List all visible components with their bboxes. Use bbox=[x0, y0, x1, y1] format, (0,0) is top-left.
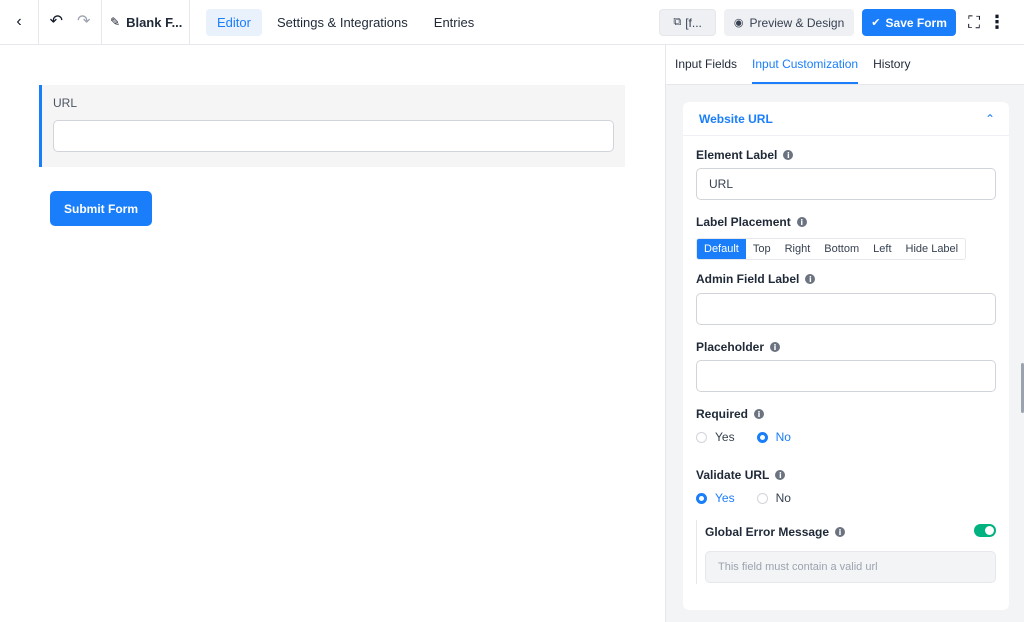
required-text: Required bbox=[696, 407, 749, 421]
tab-history[interactable]: History bbox=[873, 45, 910, 84]
placeholder-text: Placeholder bbox=[696, 340, 765, 354]
chevron-left-icon: ‹ bbox=[16, 13, 22, 30]
global-error-heading: Global Error Message i bbox=[705, 525, 846, 539]
tab-settings-integrations[interactable]: Settings & Integrations bbox=[266, 9, 419, 36]
placement-option-hide-label[interactable]: Hide Label bbox=[899, 239, 966, 259]
undo-redo-group: ↶ ↷ bbox=[39, 0, 102, 45]
label-placement-heading: Label Placement i bbox=[696, 215, 807, 229]
info-icon[interactable]: i bbox=[775, 470, 786, 480]
placement-option-left[interactable]: Left bbox=[866, 239, 898, 259]
top-tabs: Editor Settings & Integrations Entries bbox=[206, 8, 485, 36]
more-vertical-icon[interactable]: ⋮ bbox=[988, 12, 1006, 33]
global-error-toggle[interactable] bbox=[974, 524, 996, 537]
tab-entries[interactable]: Entries bbox=[423, 9, 485, 36]
tab-input-fields[interactable]: Input Fields bbox=[675, 45, 737, 84]
validate-url-heading: Validate URL i bbox=[696, 468, 786, 482]
fullscreen-icon[interactable]: ⛶ bbox=[968, 13, 980, 33]
url-field-input[interactable] bbox=[53, 120, 614, 152]
radio-circle[interactable] bbox=[756, 431, 768, 443]
placement-option-top[interactable]: Top bbox=[746, 239, 778, 259]
placement-option-bottom[interactable]: Bottom bbox=[817, 239, 866, 259]
placement-option-default[interactable]: Default bbox=[697, 239, 746, 259]
top-toolbar: ‹ ↶ ↷ ✎ Blank F... Editor Settings & Int… bbox=[0, 0, 1024, 45]
pencil-icon: ✎ bbox=[110, 15, 121, 29]
website-url-panel: Website URL ⌃ Element Label i URL Label … bbox=[683, 102, 1009, 610]
info-icon[interactable]: i bbox=[783, 150, 794, 160]
url-field-block[interactable]: URL bbox=[39, 85, 625, 167]
chevron-up-icon[interactable]: ⌃ bbox=[985, 112, 995, 126]
info-icon[interactable]: i bbox=[754, 409, 765, 419]
form-canvas: URL Submit Form bbox=[0, 45, 665, 622]
back-button[interactable]: ‹ bbox=[0, 0, 39, 45]
admin-field-label-input[interactable] bbox=[696, 293, 996, 325]
toolbar-actions: ⧉ [f... ◉ Preview & Design ✔ Save Form ⛶… bbox=[659, 0, 1024, 45]
info-icon[interactable]: i bbox=[770, 342, 781, 352]
form-title-text: Blank F... bbox=[126, 14, 183, 30]
tab-input-customization[interactable]: Input Customization bbox=[752, 45, 859, 84]
form-title[interactable]: ✎ Blank F... bbox=[102, 0, 190, 45]
undo-icon[interactable]: ↶ bbox=[50, 14, 63, 30]
copy-icon: ⧉ bbox=[673, 16, 682, 28]
radio-circle[interactable] bbox=[756, 492, 768, 504]
label-placement-selector: Default Top Right Bottom Left Hide Label bbox=[696, 238, 967, 260]
url-field-label: URL bbox=[53, 96, 78, 110]
check-circle-icon: ✔ bbox=[871, 17, 881, 29]
redo-icon[interactable]: ↷ bbox=[77, 14, 90, 30]
placeholder-input[interactable] bbox=[696, 360, 996, 392]
info-icon[interactable]: i bbox=[835, 527, 846, 537]
validate-url-text: Validate URL bbox=[696, 468, 770, 482]
radio-circle[interactable] bbox=[696, 492, 707, 504]
shortcode-label: [f... bbox=[685, 15, 702, 30]
preview-design-button[interactable]: ◉ Preview & Design bbox=[724, 9, 855, 36]
radio-label: Yes bbox=[715, 430, 735, 444]
save-label: Save Form bbox=[885, 15, 947, 30]
required-heading: Required i bbox=[696, 407, 765, 421]
admin-field-label-heading: Admin Field Label i bbox=[696, 272, 816, 286]
submit-form-button[interactable]: Submit Form bbox=[50, 191, 152, 226]
radio-label: No bbox=[775, 430, 791, 444]
eye-icon: ◉ bbox=[733, 17, 744, 29]
element-label-input[interactable]: URL bbox=[696, 168, 996, 200]
label-placement-text: Label Placement bbox=[696, 215, 791, 229]
placeholder-heading: Placeholder i bbox=[696, 340, 781, 354]
shortcode-button[interactable]: ⧉ [f... bbox=[659, 9, 717, 36]
save-form-button[interactable]: ✔ Save Form bbox=[862, 9, 957, 36]
radio-label: No bbox=[775, 491, 791, 505]
placement-option-right[interactable]: Right bbox=[778, 239, 818, 259]
admin-field-label-text: Admin Field Label bbox=[696, 272, 800, 286]
validate-url-no-radio[interactable]: No bbox=[756, 491, 791, 505]
panel-header[interactable]: Website URL ⌃ bbox=[683, 102, 1009, 136]
element-label-heading: Element Label i bbox=[696, 148, 794, 162]
panel-title: Website URL bbox=[699, 111, 773, 126]
element-label-text: Element Label bbox=[696, 148, 778, 162]
global-error-section: Global Error Message i This field must c… bbox=[696, 520, 996, 584]
validate-url-yes-radio[interactable]: Yes bbox=[696, 491, 735, 505]
tab-editor[interactable]: Editor bbox=[206, 8, 262, 36]
global-error-text: Global Error Message bbox=[705, 525, 830, 539]
preview-label: Preview & Design bbox=[749, 15, 845, 30]
required-no-radio[interactable]: No bbox=[756, 430, 791, 444]
settings-sidebar: Input Fields Input Customization History… bbox=[665, 45, 1024, 622]
sidebar-tabs: Input Fields Input Customization History bbox=[666, 45, 1024, 85]
required-yes-radio[interactable]: Yes bbox=[696, 430, 735, 444]
radio-circle[interactable] bbox=[696, 431, 707, 443]
validate-url-radio-group: Yes No bbox=[696, 491, 791, 505]
global-error-input[interactable]: This field must contain a valid url bbox=[705, 551, 996, 583]
info-icon[interactable]: i bbox=[805, 274, 816, 284]
required-radio-group: Yes No bbox=[696, 430, 791, 444]
radio-label: Yes bbox=[715, 491, 735, 505]
info-icon[interactable]: i bbox=[796, 217, 807, 227]
